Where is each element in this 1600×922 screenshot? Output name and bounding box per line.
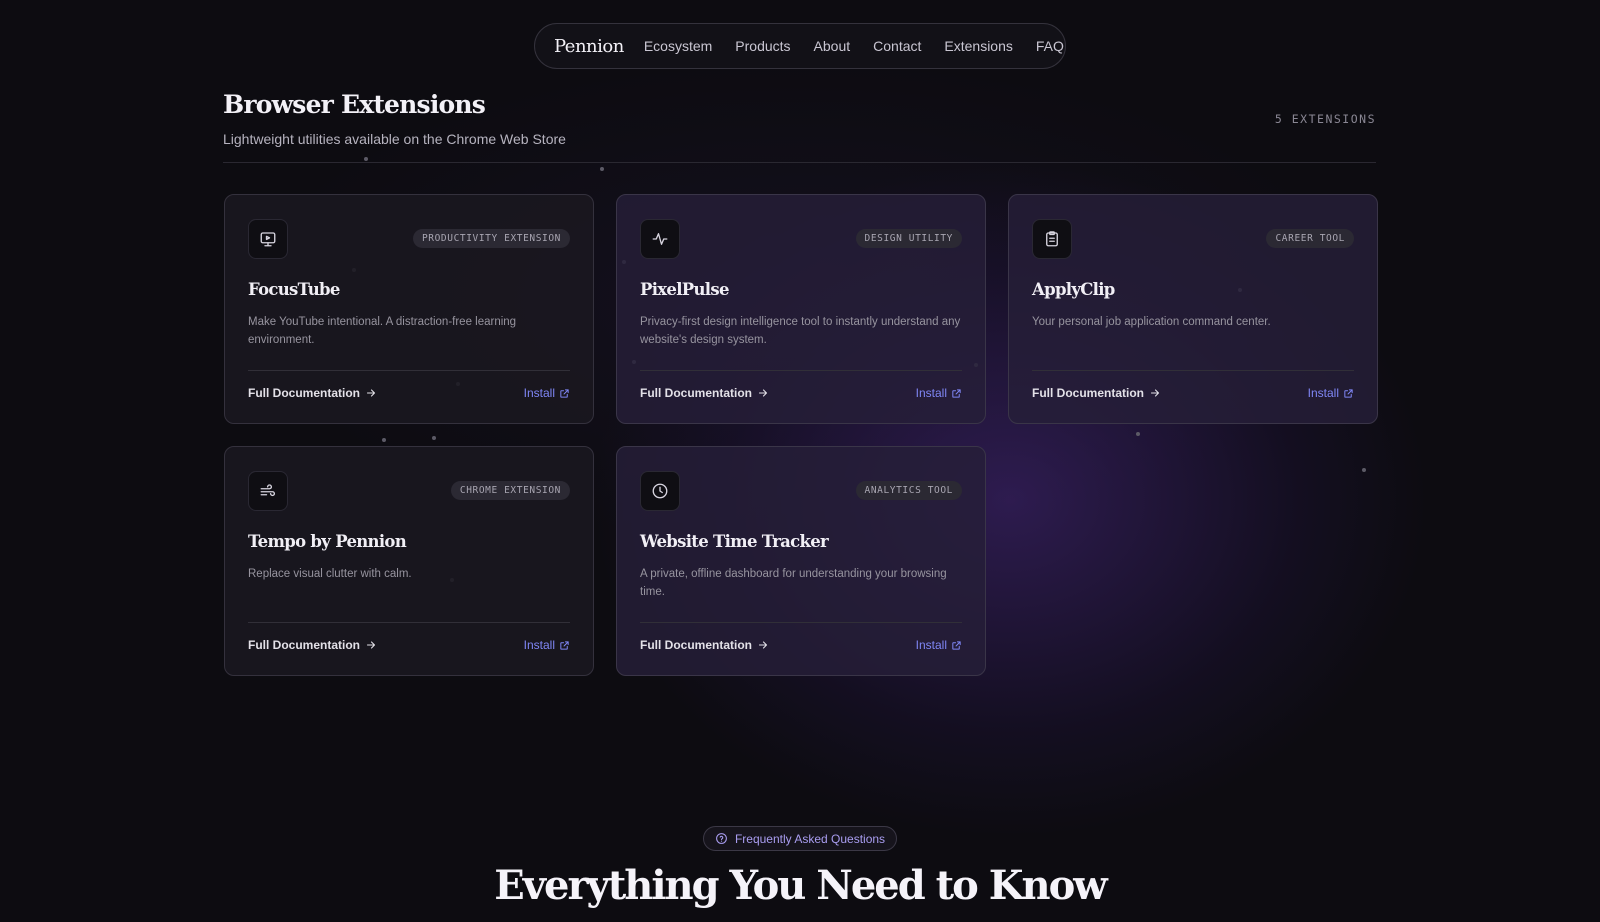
arrow-right-icon: [758, 641, 768, 649]
install-link[interactable]: Install: [524, 638, 570, 652]
card-divider: [1032, 370, 1354, 371]
particle: [364, 157, 368, 161]
nav-link-contact[interactable]: Contact: [873, 38, 921, 54]
doc-label: Full Documentation: [248, 386, 360, 400]
full-documentation-link[interactable]: Full Documentation: [640, 638, 769, 652]
extension-description: Your personal job application command ce…: [1032, 316, 1271, 328]
doc-label: Full Documentation: [640, 638, 752, 652]
install-label: Install: [523, 386, 555, 400]
card-divider: [640, 370, 962, 371]
faq-title: Everything You Need to Know: [494, 862, 1107, 909]
particle: [382, 438, 386, 442]
section-subtitle: Lightweight utilities available on the C…: [223, 131, 566, 147]
install-link[interactable]: Install: [524, 386, 570, 400]
category-badge: ANALYTICS TOOL: [855, 481, 962, 500]
extension-description: Make YouTube intentional. A distraction-…: [248, 316, 517, 346]
extension-card-tempo: CHROME EXTENSION Tempo by Pennion Replac…: [224, 446, 594, 676]
extension-card-pixelpulse: DESIGN UTILITY PixelPulse Privacy-first …: [616, 194, 986, 424]
nav-link-ecosystem[interactable]: Ecosystem: [644, 38, 712, 54]
nav-link-extensions[interactable]: Extensions: [944, 38, 1012, 54]
nav-link-faq[interactable]: FAQ: [1036, 38, 1064, 54]
doc-label: Full Documentation: [248, 638, 360, 652]
extension-name: ApplyClip: [1032, 280, 1115, 299]
category-badge: CHROME EXTENSION: [450, 481, 570, 500]
category-badge: CAREER TOOL: [1266, 229, 1354, 248]
monitor-play-icon: [248, 219, 288, 259]
install-link[interactable]: Install: [916, 638, 962, 652]
card-divider: [248, 622, 570, 623]
extension-card-website-time-tracker: ANALYTICS TOOL Website Time Tracker A pr…: [616, 446, 986, 676]
top-nav: Pennion Ecosystem Products About Contact…: [534, 23, 1066, 69]
full-documentation-link[interactable]: Full Documentation: [248, 386, 377, 400]
install-link[interactable]: Install: [916, 386, 962, 400]
clock-icon: [640, 471, 680, 511]
full-documentation-link[interactable]: Full Documentation: [248, 638, 377, 652]
external-link-icon: [560, 640, 569, 650]
install-label: Install: [523, 638, 555, 652]
install-link[interactable]: Install: [1308, 386, 1354, 400]
particle: [600, 167, 604, 171]
extension-description: Replace visual clutter with calm.: [248, 568, 412, 580]
external-link-icon: [1344, 388, 1353, 398]
external-link-icon: [952, 640, 961, 650]
extension-description: Privacy-first design intelligence tool t…: [640, 316, 961, 346]
extension-name: Tempo by Pennion: [248, 532, 407, 551]
faq-pill: Frequently Asked Questions: [703, 826, 897, 851]
section-divider: [223, 162, 1376, 163]
arrow-right-icon: [1150, 389, 1160, 397]
extension-description: A private, offline dashboard for underst…: [640, 568, 947, 598]
wind-icon: [248, 471, 288, 511]
particle: [1362, 468, 1366, 472]
extension-card-focustube: PRODUCTIVITY EXTENSION FocusTube Make Yo…: [224, 194, 594, 424]
full-documentation-link[interactable]: Full Documentation: [1032, 386, 1161, 400]
extension-name: Website Time Tracker: [640, 532, 829, 551]
doc-label: Full Documentation: [640, 386, 752, 400]
install-label: Install: [1307, 386, 1339, 400]
arrow-right-icon: [366, 641, 376, 649]
extension-card-applyclip: CAREER TOOL ApplyClip Your personal job …: [1008, 194, 1378, 424]
arrow-right-icon: [366, 389, 376, 397]
extension-name: FocusTube: [248, 280, 340, 299]
particle: [432, 436, 436, 440]
nav-link-about[interactable]: About: [814, 38, 851, 54]
extension-name: PixelPulse: [640, 280, 729, 299]
card-divider: [248, 370, 570, 371]
external-link-icon: [952, 388, 961, 398]
doc-label: Full Documentation: [1032, 386, 1144, 400]
activity-pulse-icon: [640, 219, 680, 259]
particle: [1136, 432, 1140, 436]
category-badge: DESIGN UTILITY: [855, 229, 962, 248]
card-divider: [640, 622, 962, 623]
install-label: Install: [915, 386, 947, 400]
full-documentation-link[interactable]: Full Documentation: [640, 386, 769, 400]
nav-link-products[interactable]: Products: [735, 38, 790, 54]
extensions-count: 5 EXTENSIONS: [1274, 112, 1376, 126]
arrow-right-icon: [758, 389, 768, 397]
install-label: Install: [915, 638, 947, 652]
external-link-icon: [560, 388, 569, 398]
help-circle-icon: [716, 833, 727, 844]
clipboard-icon: [1032, 219, 1072, 259]
section-title: Browser Extensions: [223, 90, 486, 119]
faq-pill-label: Frequently Asked Questions: [734, 831, 886, 846]
category-badge: PRODUCTIVITY EXTENSION: [412, 229, 570, 248]
brand-logo[interactable]: Pennion: [554, 36, 624, 57]
